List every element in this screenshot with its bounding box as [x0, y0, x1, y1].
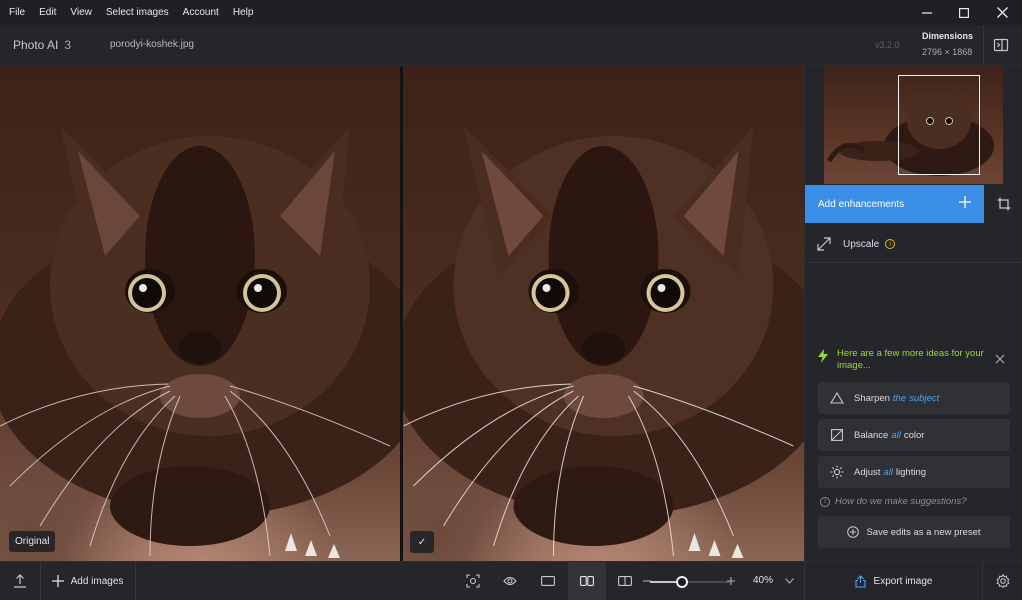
zoom-slider-handle[interactable] [676, 576, 688, 588]
close-window-button[interactable] [983, 0, 1021, 25]
minimize-button[interactable] [908, 0, 946, 25]
single-view-button[interactable] [534, 562, 562, 600]
settings-button[interactable] [983, 562, 1022, 600]
maximize-button[interactable] [945, 0, 983, 25]
menu-file[interactable]: File [0, 0, 32, 25]
header-divider [983, 25, 984, 66]
app-header: Photo AI 3 porodyi-koshek.jpg v3.2.0 Dime… [0, 25, 1022, 66]
suggestion-object: subject [909, 392, 940, 404]
how-suggestions-link[interactable]: i How do we make suggestions? [820, 496, 967, 507]
export-icon [854, 574, 866, 588]
sun-icon [830, 465, 844, 479]
suggestion-adjust[interactable]: Adjust all lighting [818, 456, 1010, 488]
toolbar-divider [135, 562, 136, 600]
menu-edit[interactable]: Edit [32, 0, 63, 25]
cat-photo-preview [403, 126, 804, 558]
split-view-button[interactable] [612, 562, 638, 600]
preview-image-pane[interactable] [403, 66, 804, 561]
color-balance-icon [830, 428, 844, 442]
chevron-down-icon[interactable] [785, 578, 794, 584]
add-images-label: Add images [70, 575, 124, 587]
suggestion-modifier: all [883, 466, 893, 478]
ideas-banner: Here are a few more ideas for your image… [817, 348, 997, 372]
version-label: v3.2.0 [875, 40, 900, 50]
suggestion-verb: Balance [854, 429, 889, 441]
suggestion-verb: Sharpen [854, 392, 890, 404]
split-panel-icon [993, 38, 1009, 52]
ideas-text: Here are a few more ideas for your image… [837, 348, 984, 371]
side-by-side-icon [580, 576, 594, 586]
upload-icon [14, 574, 26, 588]
eye-icon [503, 576, 517, 586]
suggestion-object: color [903, 429, 925, 441]
maximize-icon [959, 7, 969, 18]
menu-account[interactable]: Account [176, 0, 226, 25]
zoom-value[interactable]: 40% [753, 575, 773, 586]
close-ideas-icon[interactable] [994, 353, 1006, 365]
close-icon [996, 7, 1008, 18]
suggestion-sharpen[interactable]: Sharpen the subject [818, 382, 1010, 414]
menu-bar: File Edit View Select images Account Hel… [0, 0, 1022, 25]
info-icon: i [820, 496, 830, 507]
plus-icon [959, 196, 971, 208]
focus-frame-icon [466, 574, 480, 588]
bottom-toolbar: Add images 40% Export image [0, 561, 1022, 600]
crop-button[interactable] [984, 185, 1022, 223]
expand-arrows-icon [817, 237, 831, 251]
suggestion-modifier: the [892, 392, 907, 404]
add-enhancements-label: Add enhancements [818, 198, 905, 210]
original-image-pane[interactable]: Original [0, 66, 400, 561]
upscale-label: Upscale [843, 238, 880, 250]
zoom-in-icon[interactable] [727, 577, 735, 585]
preview-check-badge: ✓ [410, 531, 434, 553]
suggestion-verb: Adjust [854, 466, 881, 478]
preview-toggle-button[interactable] [497, 562, 523, 600]
viewport-frame[interactable] [898, 75, 980, 175]
save-preset-label: Save edits as a new preset [866, 526, 981, 538]
zoom-slider[interactable] [650, 576, 730, 588]
how-suggestions-text: How do we make suggestions? [835, 496, 967, 507]
face-detect-button[interactable] [460, 562, 486, 600]
file-name: porodyi-koshek.jpg [110, 39, 194, 50]
triangle-icon [830, 391, 844, 405]
upload-button[interactable] [0, 562, 40, 600]
add-enhancements-button[interactable]: Add enhancements [805, 185, 984, 223]
cat-photo-original [0, 126, 400, 558]
dimensions-title: Dimensions [922, 31, 974, 41]
app-count: 3 [64, 38, 72, 52]
crop-icon [997, 197, 1010, 211]
menu-view[interactable]: View [63, 0, 99, 25]
add-images-button[interactable]: Add images [40, 562, 135, 600]
suggestion-object: lighting [895, 466, 927, 478]
dimensions-value: 2796 × 1868 [922, 47, 973, 57]
single-view-icon [541, 576, 555, 586]
app-name: Photo AI [13, 38, 59, 52]
app-title: Photo AI 3 [13, 38, 71, 52]
side-by-side-view-button[interactable] [568, 562, 606, 600]
suggestion-modifier: all [891, 429, 901, 441]
split-view-icon [618, 576, 632, 586]
export-image-button[interactable]: Export image [805, 562, 982, 600]
toggle-panel-button[interactable] [993, 37, 1009, 53]
upscale-row[interactable]: Upscale i [805, 226, 1022, 263]
menu-select-images[interactable]: Select images [99, 0, 176, 25]
export-image-label: Export image [873, 575, 933, 587]
minimize-icon [922, 11, 932, 14]
original-badge: Original [9, 531, 56, 552]
suggestion-balance[interactable]: Balance all color [818, 419, 1010, 451]
plus-icon [51, 575, 64, 587]
info-icon[interactable]: i [885, 239, 896, 249]
plus-circle-icon [847, 526, 860, 538]
menu-help[interactable]: Help [226, 0, 261, 25]
image-viewer[interactable]: Original ✓ [0, 66, 804, 561]
navigator-thumbnail[interactable] [824, 66, 1003, 184]
save-preset-button[interactable]: Save edits as a new preset [818, 516, 1010, 548]
lightning-icon [818, 349, 828, 363]
side-panel: Add enhancements Upscale i Here are a fe… [804, 66, 1022, 561]
gear-icon [996, 574, 1009, 588]
